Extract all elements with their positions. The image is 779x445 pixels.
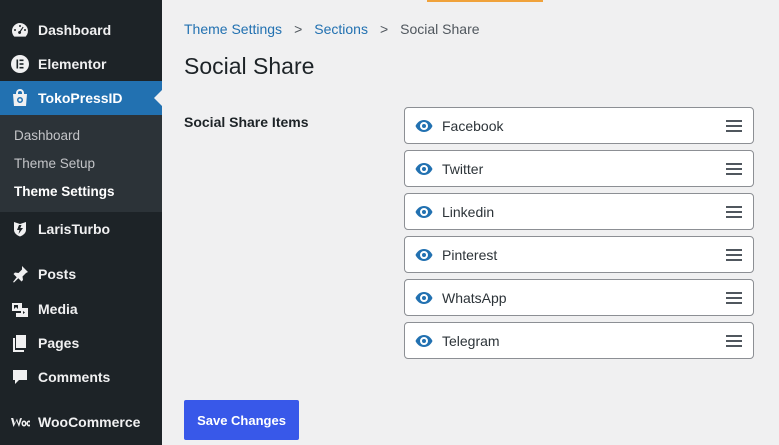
share-item-label: WhatsApp [442, 289, 507, 306]
eye-icon[interactable] [415, 248, 433, 262]
share-item-label: Facebook [442, 117, 504, 134]
comment-icon [10, 367, 30, 387]
sidebar-item-label: Posts [38, 266, 77, 282]
elementor-icon [10, 54, 30, 74]
share-item-label: Telegram [442, 332, 500, 349]
sidebar-item-label: TokoPressID [38, 90, 123, 106]
share-item-pinterest[interactable]: Pinterest [404, 236, 754, 273]
sidebar-item-label: Pages [38, 335, 80, 351]
drag-handle-icon[interactable] [726, 205, 742, 218]
share-item-linkedin[interactable]: Linkedin [404, 193, 754, 230]
breadcrumb: Theme Settings > Sections > Social Share [184, 21, 480, 37]
top-accent-bar [427, 0, 543, 2]
sidebar-item-posts[interactable]: Posts [0, 258, 162, 290]
breadcrumb-theme-settings[interactable]: Theme Settings [184, 21, 282, 37]
pin-icon [10, 264, 30, 284]
breadcrumb-separator: > [379, 21, 389, 37]
share-item-telegram[interactable]: Telegram [404, 322, 754, 359]
sidebar-item-label: Comments [38, 369, 111, 385]
breadcrumb-sections[interactable]: Sections [314, 21, 368, 37]
eye-icon[interactable] [415, 205, 433, 219]
share-item-label: Linkedin [442, 203, 495, 220]
pages-icon [10, 333, 30, 353]
sidebar-item-label: LarisTurbo [38, 221, 111, 237]
eye-icon[interactable] [415, 291, 433, 305]
admin-sidebar: Dashboard Elementor TokoPressID Dashboar… [0, 0, 162, 445]
woocommerce-icon [10, 412, 30, 432]
share-item-label: Twitter [442, 160, 484, 177]
sidebar-item-label: Media [38, 301, 78, 317]
sidebar-item-label: WooCommerce [38, 414, 141, 430]
sidebar-item-elementor[interactable]: Elementor [0, 48, 162, 80]
submenu-item-theme-setup[interactable]: Theme Setup [14, 156, 95, 171]
share-item-label: Pinterest [442, 246, 498, 263]
shopping-bag-icon [10, 88, 30, 108]
sidebar-item-woocommerce[interactable]: WooCommerce [0, 406, 162, 438]
drag-handle-icon[interactable] [726, 291, 742, 304]
sidebar-item-comments[interactable]: Comments [0, 361, 162, 393]
breadcrumb-separator: > [294, 21, 303, 37]
drag-handle-icon[interactable] [726, 162, 742, 175]
dashboard-icon [10, 20, 30, 40]
sidebar-item-media[interactable]: Media [0, 293, 162, 325]
share-item-whatsapp[interactable]: WhatsApp [404, 279, 754, 316]
share-item-twitter[interactable]: Twitter [404, 150, 754, 187]
drag-handle-icon[interactable] [726, 248, 742, 261]
eye-icon[interactable] [415, 334, 433, 348]
drag-handle-icon[interactable] [726, 334, 742, 347]
sidebar-item-tokopressid[interactable]: TokoPressID [0, 81, 162, 115]
tokopressid-submenu: Dashboard Theme Setup Theme Settings [0, 115, 162, 212]
sidebar-item-label: Dashboard [38, 22, 112, 38]
drag-handle-icon[interactable] [726, 119, 742, 132]
turbo-icon [10, 219, 30, 239]
sidebar-item-laristurbo[interactable]: LarisTurbo [0, 213, 162, 245]
media-icon [10, 299, 30, 319]
submenu-item-theme-settings[interactable]: Theme Settings [14, 184, 115, 199]
submenu-item-dashboard[interactable]: Dashboard [14, 128, 80, 143]
field-label: Social Share Items [184, 114, 309, 130]
sidebar-item-dashboard[interactable]: Dashboard [0, 14, 162, 46]
share-item-facebook[interactable]: Facebook [404, 107, 754, 144]
save-changes-button[interactable]: Save Changes [184, 400, 299, 440]
eye-icon[interactable] [415, 119, 433, 133]
breadcrumb-current: Social Share [400, 21, 480, 37]
sidebar-item-label: Elementor [38, 56, 107, 72]
page-title: Social Share [184, 53, 315, 79]
eye-icon[interactable] [415, 162, 433, 176]
sidebar-item-pages[interactable]: Pages [0, 327, 162, 359]
